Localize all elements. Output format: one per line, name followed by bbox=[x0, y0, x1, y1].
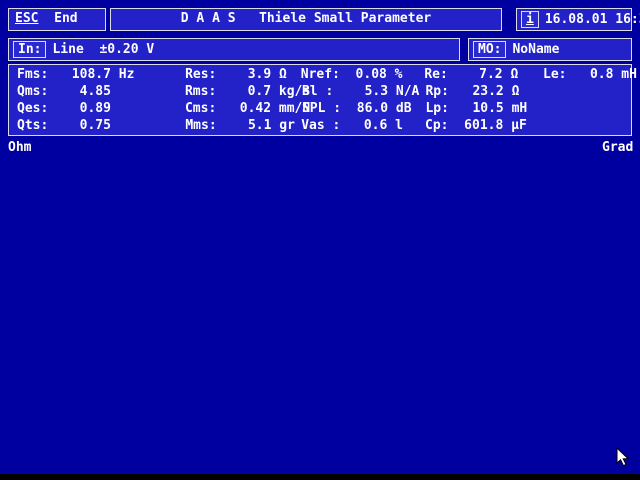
parameter-cell: Qes: 0.89 bbox=[17, 101, 111, 116]
esc-action-label bbox=[38, 11, 54, 26]
function-key-row-2 bbox=[8, 449, 632, 472]
daas-screen: ESC End D A A S Thiele Small Parameter i… bbox=[0, 0, 640, 474]
page-title: D A A S Thiele Small Parameter bbox=[110, 8, 502, 31]
parameter-cell: Qts: 0.75 bbox=[17, 118, 111, 133]
parameter-cell: Lp: 10.5 mH bbox=[425, 101, 528, 116]
parameter-cell bbox=[544, 118, 631, 135]
parameter-cell: Cp: 601.8 µF bbox=[425, 118, 527, 133]
parameter-cell: Res: 3.9 Ω bbox=[185, 67, 287, 82]
title-bar: ESC End D A A S Thiele Small Parameter i… bbox=[8, 8, 640, 31]
y-right-axis-unit: Grad bbox=[602, 140, 634, 155]
parameter-cell: Bl : 5.3 N/A bbox=[301, 84, 420, 99]
parameter-cell: Rms: 0.7 kg/s bbox=[184, 84, 311, 99]
input-channel-box[interactable]: In: Line ±0.20 V bbox=[8, 38, 460, 61]
datetime-label: 16.08.01 16:39 bbox=[544, 11, 640, 27]
parameter-cell: Re: 7.2 Ω bbox=[424, 67, 519, 82]
model-key-label: MO: bbox=[473, 41, 507, 58]
parameter-row: Qts: 0.75 Mms: 5.1 gr Vas : 0.6 l Cp: 601.8… bbox=[17, 118, 631, 135]
parameter-cell: Vas : 0.6 l bbox=[301, 118, 403, 133]
info-icon[interactable]: i bbox=[521, 11, 539, 28]
parameter-cell: Fms: 108.7 Hz bbox=[17, 67, 135, 82]
parameter-cell: Rp: 23.2 Ω bbox=[425, 84, 520, 99]
parameter-cell: Qms: 4.85 bbox=[17, 84, 111, 99]
parameter-row: Qms: 4.85 Rms: 0.7 kg/s Bl : 5.3 N/A Rp: 23… bbox=[17, 84, 631, 101]
esc-end-button[interactable]: ESC End bbox=[8, 8, 106, 31]
mouse-cursor-icon bbox=[616, 448, 630, 467]
function-key-row-1 bbox=[8, 424, 632, 447]
model-box[interactable]: MO: NoName bbox=[468, 38, 632, 61]
datetime-box[interactable]: i 16.08.01 16:39 bbox=[516, 8, 640, 31]
y-left-axis-unit: Ohm bbox=[8, 140, 32, 155]
parameter-row: Fms: 108.7 Hz Res: 3.9 Ω Nref: 0.08 % Re: 7… bbox=[17, 67, 637, 84]
impedance-chart: Ohm Grad bbox=[0, 138, 640, 424]
esc-key-label: ESC bbox=[15, 11, 39, 26]
parameter-cell: Nref: 0.08 % bbox=[300, 67, 403, 82]
esc-end-label: End bbox=[54, 11, 78, 26]
parameter-cell: Le: 0.8 mH bbox=[543, 67, 637, 82]
parameter-cell bbox=[544, 84, 631, 101]
parameter-row: Qes: 0.89 Cms: 0.42 mm/N SPL : 86.0 dB Lp: … bbox=[17, 101, 631, 118]
parameter-cell: SPL : 86.0 dB bbox=[301, 101, 412, 116]
model-value: NoName bbox=[512, 41, 560, 57]
io-bar: In: Line ±0.20 V MO: NoName bbox=[8, 38, 632, 61]
input-value: Line ±0.20 V bbox=[52, 41, 155, 57]
input-key-label: In: bbox=[13, 41, 47, 58]
parameter-cell: Cms: 0.42 mm/N bbox=[184, 101, 311, 116]
parameter-cell: Mms: 5.1 gr bbox=[185, 118, 295, 133]
parameter-cell bbox=[544, 101, 631, 118]
parameter-panel: Fms: 108.7 Hz Res: 3.9 Ω Nref: 0.08 % Re: 7… bbox=[8, 64, 637, 136]
